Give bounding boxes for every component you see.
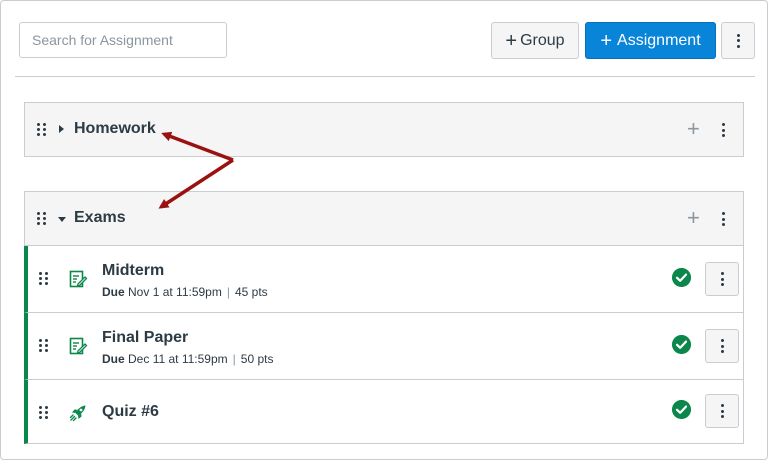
group-title[interactable]: Homework: [74, 120, 156, 138]
add-to-group-button[interactable]: +: [687, 118, 700, 140]
add-assignment-button[interactable]: + Assignment: [585, 22, 716, 59]
expand-caret-icon[interactable]: [59, 125, 64, 133]
published-check-icon[interactable]: [672, 268, 691, 287]
drag-handle-icon[interactable]: [39, 272, 48, 285]
add-to-group-button[interactable]: +: [687, 207, 700, 229]
group-options-button[interactable]: [722, 212, 725, 226]
assignment-row: Final Paper Due Dec 11 at 11:59pm | 50 pts: [24, 313, 744, 380]
collapse-caret-icon[interactable]: [58, 217, 66, 222]
assignment-icon: [69, 270, 88, 288]
search-input[interactable]: [19, 22, 227, 58]
assignment-row: Midterm Due Nov 1 at 11:59pm | 45 pts: [24, 246, 744, 313]
assignment-icon: [69, 337, 88, 355]
kebab-menu-icon: [736, 33, 740, 48]
toolbar-divider: [15, 76, 755, 77]
page-options-button[interactable]: [721, 22, 755, 59]
drag-handle-icon[interactable]: [37, 123, 46, 136]
plus-icon: +: [600, 29, 613, 52]
group-title[interactable]: Exams: [74, 209, 126, 227]
kebab-menu-icon: [720, 339, 724, 353]
assignment-group-homework: Homework +: [24, 102, 744, 157]
drag-handle-icon[interactable]: [39, 406, 48, 419]
drag-handle-icon[interactable]: [39, 339, 48, 352]
kebab-menu-icon: [720, 404, 724, 418]
quiz-row: Quiz #6: [24, 380, 744, 444]
item-options-button[interactable]: [705, 262, 739, 296]
exams-item-list: Midterm Due Nov 1 at 11:59pm | 45 pts Fina…: [24, 246, 744, 444]
points: 50 pts: [240, 352, 274, 366]
add-group-label: Group: [520, 31, 565, 49]
points: 45 pts: [234, 285, 268, 299]
assignment-meta: Due Nov 1 at 11:59pm | 45 pts: [102, 285, 268, 299]
group-options-button[interactable]: [722, 123, 725, 137]
assignment-title-link[interactable]: Midterm: [102, 262, 164, 280]
item-options-button[interactable]: [705, 394, 739, 428]
due-label: Due: [102, 352, 125, 366]
meta-separator: |: [226, 285, 230, 299]
due-label: Due: [102, 285, 125, 299]
assignment-meta: Due Dec 11 at 11:59pm | 50 pts: [102, 352, 273, 366]
due-date: Nov 1 at 11:59pm: [128, 285, 222, 299]
add-group-button[interactable]: + Group: [491, 22, 579, 59]
assignment-group-exams: Exams +: [24, 191, 744, 246]
meta-separator: |: [232, 352, 236, 366]
kebab-menu-icon: [720, 272, 724, 286]
due-date: Dec 11 at 11:59pm: [128, 352, 228, 366]
quiz-rocket-icon: [69, 405, 86, 422]
published-check-icon[interactable]: [672, 335, 691, 354]
assignment-title-link[interactable]: Final Paper: [102, 329, 188, 347]
item-options-button[interactable]: [705, 329, 739, 363]
plus-icon: +: [505, 29, 518, 52]
drag-handle-icon[interactable]: [37, 212, 46, 225]
published-check-icon[interactable]: [672, 400, 691, 419]
add-assignment-label: Assignment: [617, 31, 701, 49]
quiz-title-link[interactable]: Quiz #6: [102, 403, 159, 421]
